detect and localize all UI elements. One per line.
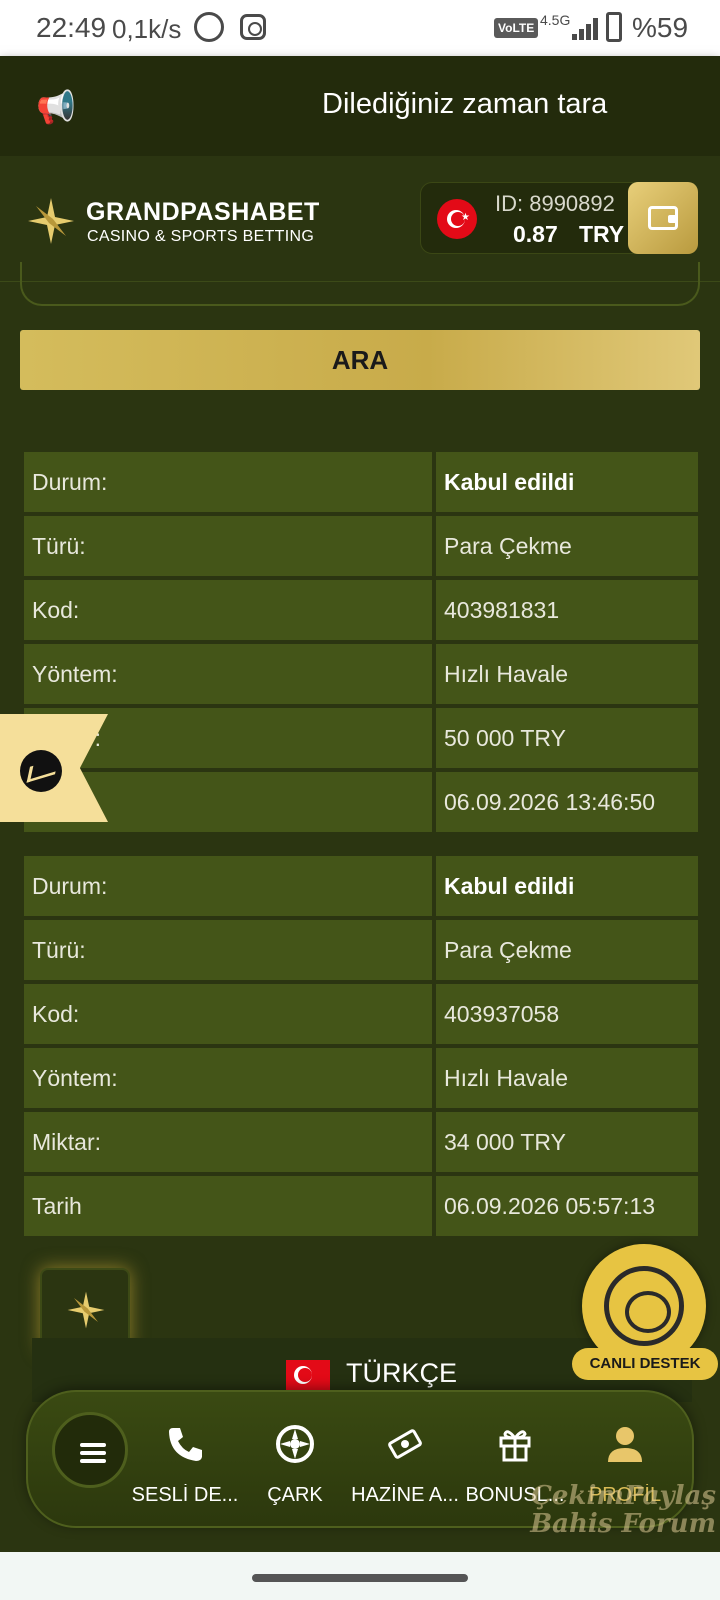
status-network-speed: 0,1k/s xyxy=(112,14,182,44)
row-value: 50 000 TRY xyxy=(436,708,698,768)
table-row: Miktar: 50 000 TRY xyxy=(24,708,698,768)
row-value: 06.09.2026 13:46:50 xyxy=(436,772,698,832)
wheel-icon xyxy=(276,1425,314,1463)
status-bar: 22:49 0,1k/s VoLTE 4.5G %59 xyxy=(0,0,720,56)
row-label: Türü: xyxy=(24,516,432,576)
brand-tagline: CASINO & SPORTS BETTING xyxy=(87,228,315,245)
table-row: Tarih 06.09.2026 13:46:50 xyxy=(24,772,698,832)
search-button[interactable]: ARA xyxy=(20,330,700,390)
table-row: Yöntem: Hızlı Havale xyxy=(24,644,698,704)
messenger-icon[interactable] xyxy=(20,750,62,792)
logo-star-icon xyxy=(28,198,74,244)
support-label: CANLI DESTEK xyxy=(572,1348,718,1380)
status-time: 22:49 xyxy=(36,12,107,43)
nav-label: SESLİ DE... xyxy=(131,1484,239,1506)
battery-percent: %59 xyxy=(632,12,689,43)
money-icon xyxy=(388,1429,422,1459)
signal-icon xyxy=(572,18,598,40)
announcement-text: Dilediğiniz zaman tara xyxy=(322,88,608,120)
whatsapp-icon xyxy=(194,12,224,42)
table-row: Yöntem: Hızlı Havale xyxy=(24,1048,698,1108)
watermark-line: ÇekimPaylaş xyxy=(531,1481,716,1511)
row-value: 403937058 xyxy=(436,984,698,1044)
table-row: Durum: Kabul edildi xyxy=(24,452,698,512)
row-label: Kod: xyxy=(24,984,432,1044)
live-support-button[interactable]: CANLI DESTEK xyxy=(572,1244,718,1390)
instagram-icon xyxy=(240,14,266,40)
wallet-icon xyxy=(648,206,678,230)
phone-icon xyxy=(169,1428,202,1461)
language-label[interactable]: TÜRKÇE xyxy=(346,1358,457,1389)
table-row: Türü: Para Çekme xyxy=(24,920,698,980)
volte-badge: VoLTE xyxy=(494,18,539,38)
wallet-button[interactable] xyxy=(628,182,698,254)
gesture-handle[interactable] xyxy=(252,1574,468,1582)
turkey-flag-icon: ★ xyxy=(437,199,477,239)
status-value: Kabul edildi xyxy=(436,452,698,512)
megaphone-icon: 📢 xyxy=(36,89,76,125)
row-value: Hızlı Havale xyxy=(436,644,698,704)
brand-name[interactable]: GRANDPASHABET xyxy=(86,198,320,227)
row-value: Para Çekme xyxy=(436,516,698,576)
transaction-card: Durum: Kabul edildi Türü: Para Çekme Kod… xyxy=(24,452,698,836)
row-value: 06.09.2026 05:57:13 xyxy=(436,1176,698,1236)
nav-label: HAZİNE A... xyxy=(351,1484,459,1506)
nav-item-wheel[interactable]: ÇARK xyxy=(240,1420,350,1520)
filter-field[interactable] xyxy=(20,262,700,306)
user-icon xyxy=(608,1427,642,1462)
table-row: Tarih 06.09.2026 05:57:13 xyxy=(24,1176,698,1236)
row-label: Yöntem: xyxy=(24,644,432,704)
row-value: Para Çekme xyxy=(436,920,698,980)
watermark: ÇekimPaylaş Bahis Forum xyxy=(490,1482,716,1538)
row-value: 403981831 xyxy=(436,580,698,640)
battery-icon xyxy=(606,12,622,42)
table-row: Kod: 403981831 xyxy=(24,580,698,640)
row-label: Miktar: xyxy=(24,1112,432,1172)
row-value: Hızlı Havale xyxy=(436,1048,698,1108)
row-value: 34 000 TRY xyxy=(436,1112,698,1172)
announcement-bar[interactable]: 📢 Dilediğiniz zaman tara xyxy=(0,56,720,156)
row-label: Durum: xyxy=(24,856,432,916)
watermark-line: Bahis Forum xyxy=(530,1509,716,1539)
nav-item-treasure[interactable]: HAZİNE A... xyxy=(350,1420,460,1520)
nav-label: ÇARK xyxy=(267,1484,323,1506)
status-value: Kabul edildi xyxy=(436,856,698,916)
nav-item-voice-support[interactable]: SESLİ DE... xyxy=(130,1420,240,1520)
menu-button[interactable] xyxy=(52,1412,128,1488)
logo-star-icon xyxy=(67,1291,105,1329)
account-balance: 0.87 xyxy=(513,221,558,247)
network-type: 4.5G xyxy=(540,12,571,28)
row-label: Tarih xyxy=(24,1176,432,1236)
table-row: Türü: Para Çekme xyxy=(24,516,698,576)
gift-icon xyxy=(499,1430,531,1462)
row-label: Durum: xyxy=(24,452,432,512)
account-currency: TRY xyxy=(579,221,625,247)
turkey-flag-icon xyxy=(286,1360,330,1390)
table-row: Miktar: 34 000 TRY xyxy=(24,1112,698,1172)
table-row: Durum: Kabul edildi xyxy=(24,856,698,916)
table-row: Kod: 403937058 xyxy=(24,984,698,1044)
row-label: Kod: xyxy=(24,580,432,640)
transaction-card: Durum: Kabul edildi Türü: Para Çekme Kod… xyxy=(24,856,698,1240)
row-label: Yöntem: xyxy=(24,1048,432,1108)
row-label: Türü: xyxy=(24,920,432,980)
headset-agent-icon xyxy=(604,1266,684,1346)
account-id: ID: 8990892 xyxy=(495,191,615,216)
